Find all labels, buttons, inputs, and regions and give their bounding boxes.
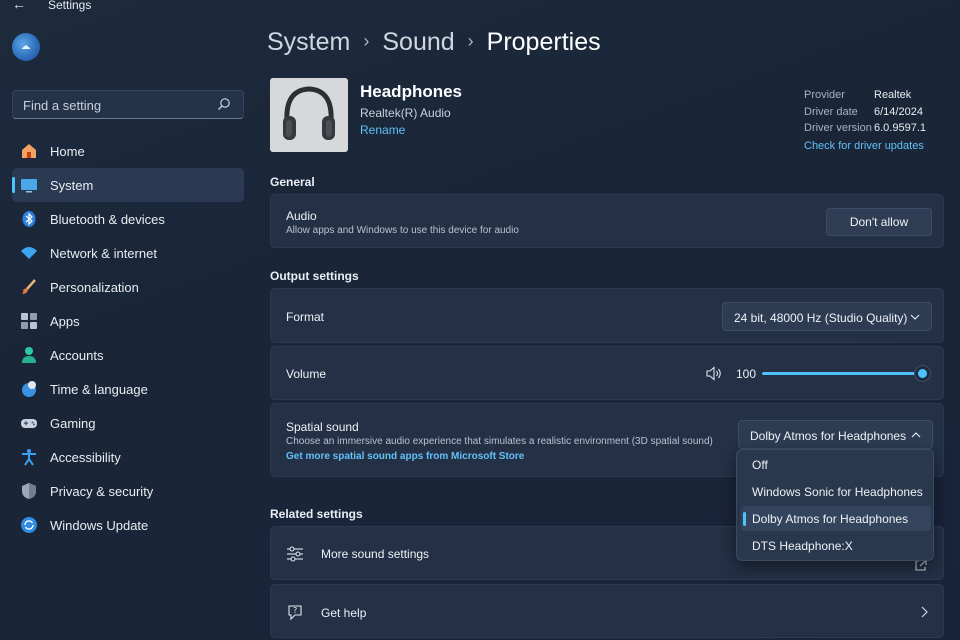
sidebar-nav: Home System Bluetooth & devices Network …: [12, 134, 244, 542]
help-icon: ?: [288, 605, 302, 621]
related-section-title: Related settings: [270, 507, 363, 521]
volume-value: 100: [736, 367, 757, 381]
sidebar-item-privacy[interactable]: Privacy & security: [12, 474, 244, 508]
sidebar-item-accounts[interactable]: Accounts: [12, 338, 244, 372]
sidebar-item-apps[interactable]: Apps: [12, 304, 244, 338]
sidebar-item-windows-update[interactable]: Windows Update: [12, 508, 244, 542]
spatial-sound-description: Choose an immersive audio experience tha…: [286, 436, 713, 447]
volume-slider-thumb[interactable]: [914, 365, 931, 382]
gamepad-icon: [21, 419, 37, 428]
app-title: Settings: [48, 0, 92, 12]
spatial-sound-options: Off Windows Sonic for Headphones Dolby A…: [736, 449, 934, 561]
get-help-label: Get help: [321, 606, 367, 620]
spatial-sound-title: Spatial sound: [286, 420, 359, 434]
more-sound-settings-label: More sound settings: [321, 547, 430, 561]
maximize-icon[interactable]: [897, 0, 911, 4]
device-name: Headphones: [360, 82, 463, 101]
headphones-image: [270, 78, 348, 152]
brush-icon: [22, 279, 36, 294]
sidebar-item-system[interactable]: System: [12, 168, 244, 202]
shield-icon: [22, 483, 36, 499]
spatial-option-dolby-atmos[interactable]: Dolby Atmos for Headphones: [741, 506, 931, 531]
spatial-store-link[interactable]: Get more spatial sound apps from Microso…: [286, 451, 524, 462]
speaker-icon[interactable]: [706, 366, 723, 381]
accessibility-icon: [22, 449, 36, 466]
account-icon: [22, 347, 36, 363]
page-title: Properties: [486, 28, 601, 56]
minimize-icon[interactable]: [860, 0, 874, 4]
provider-label: Provider: [804, 89, 845, 101]
breadcrumb: System › Sound › Properties: [267, 28, 601, 57]
sidebar-item-gaming[interactable]: Gaming: [12, 406, 244, 440]
dont-allow-button[interactable]: Don't allow: [826, 208, 932, 236]
update-icon: [21, 517, 37, 533]
format-dropdown[interactable]: 24 bit, 48000 Hz (Studio Quality): [722, 302, 932, 331]
wifi-icon: [21, 247, 37, 259]
apps-icon: [21, 313, 37, 329]
spatial-sound-dropdown[interactable]: Dolby Atmos for Headphones: [738, 420, 933, 449]
driver-info: Provider Realtek Driver date 6/14/2024 Dri…: [804, 87, 926, 154]
svg-text:?: ?: [293, 606, 297, 615]
driver-version-label: Driver version: [804, 122, 872, 134]
sidebar-item-bluetooth[interactable]: Bluetooth & devices: [12, 202, 244, 236]
volume-label: Volume: [286, 367, 327, 381]
search-placeholder: Find a setting: [23, 98, 102, 113]
spatial-option-windows-sonic[interactable]: Windows Sonic for Headphones: [741, 479, 931, 504]
get-help-row[interactable]: ? Get help: [270, 584, 944, 638]
system-icon: [21, 179, 37, 193]
back-arrow-icon[interactable]: ←: [12, 0, 26, 12]
sidebar-item-personalization[interactable]: Personalization: [12, 270, 244, 304]
sliders-icon: [287, 546, 303, 562]
chevron-right-icon: [921, 606, 928, 618]
avatar[interactable]: [12, 33, 40, 61]
format-label: Format: [286, 310, 325, 324]
output-section-title: Output settings: [270, 269, 359, 283]
spatial-sound-value: Dolby Atmos for Headphones: [750, 429, 907, 443]
audio-title: Audio: [286, 209, 317, 223]
sidebar-item-network[interactable]: Network & internet: [12, 236, 244, 270]
rename-link[interactable]: Rename: [360, 123, 405, 137]
spatial-option-off[interactable]: Off: [741, 452, 931, 477]
driver-version-value: 6.0.9597.1: [874, 122, 926, 134]
device-driver-name: Realtek(R) Audio: [360, 106, 451, 120]
search-icon: [218, 98, 230, 110]
audio-description: Allow apps and Windows to use this devic…: [286, 225, 519, 236]
chevron-down-icon: [910, 314, 920, 320]
format-card: Format 24 bit, 48000 Hz (Studio Quality): [270, 288, 944, 343]
chevron-right-icon: ›: [363, 31, 370, 51]
home-icon: [22, 144, 36, 158]
sidebar-item-home[interactable]: Home: [12, 134, 244, 168]
general-section-title: General: [270, 175, 315, 189]
spatial-option-dts[interactable]: DTS Headphone:X: [741, 533, 931, 558]
provider-value: Realtek: [874, 89, 912, 101]
breadcrumb-sound[interactable]: Sound: [382, 28, 454, 56]
check-driver-updates-link[interactable]: Check for driver updates: [804, 138, 926, 155]
bluetooth-icon: [22, 211, 36, 227]
format-value: 24 bit, 48000 Hz (Studio Quality): [734, 311, 908, 325]
audio-card: Audio Allow apps and Windows to use this…: [270, 194, 944, 248]
sidebar-item-accessibility[interactable]: Accessibility: [12, 440, 244, 474]
chevron-up-icon: [911, 432, 921, 438]
volume-slider-track[interactable]: [762, 372, 923, 375]
sidebar-item-time-language[interactable]: Time & language: [12, 372, 244, 406]
close-icon[interactable]: [934, 0, 948, 4]
title-bar: ← Settings: [0, 0, 960, 14]
driver-date-label: Driver date: [804, 105, 858, 118]
search-input[interactable]: Find a setting: [12, 90, 244, 119]
breadcrumb-system[interactable]: System: [267, 28, 350, 56]
clock-globe-icon: [22, 381, 36, 397]
chevron-right-icon: ›: [467, 31, 474, 51]
driver-date-value: 6/14/2024: [874, 105, 923, 118]
